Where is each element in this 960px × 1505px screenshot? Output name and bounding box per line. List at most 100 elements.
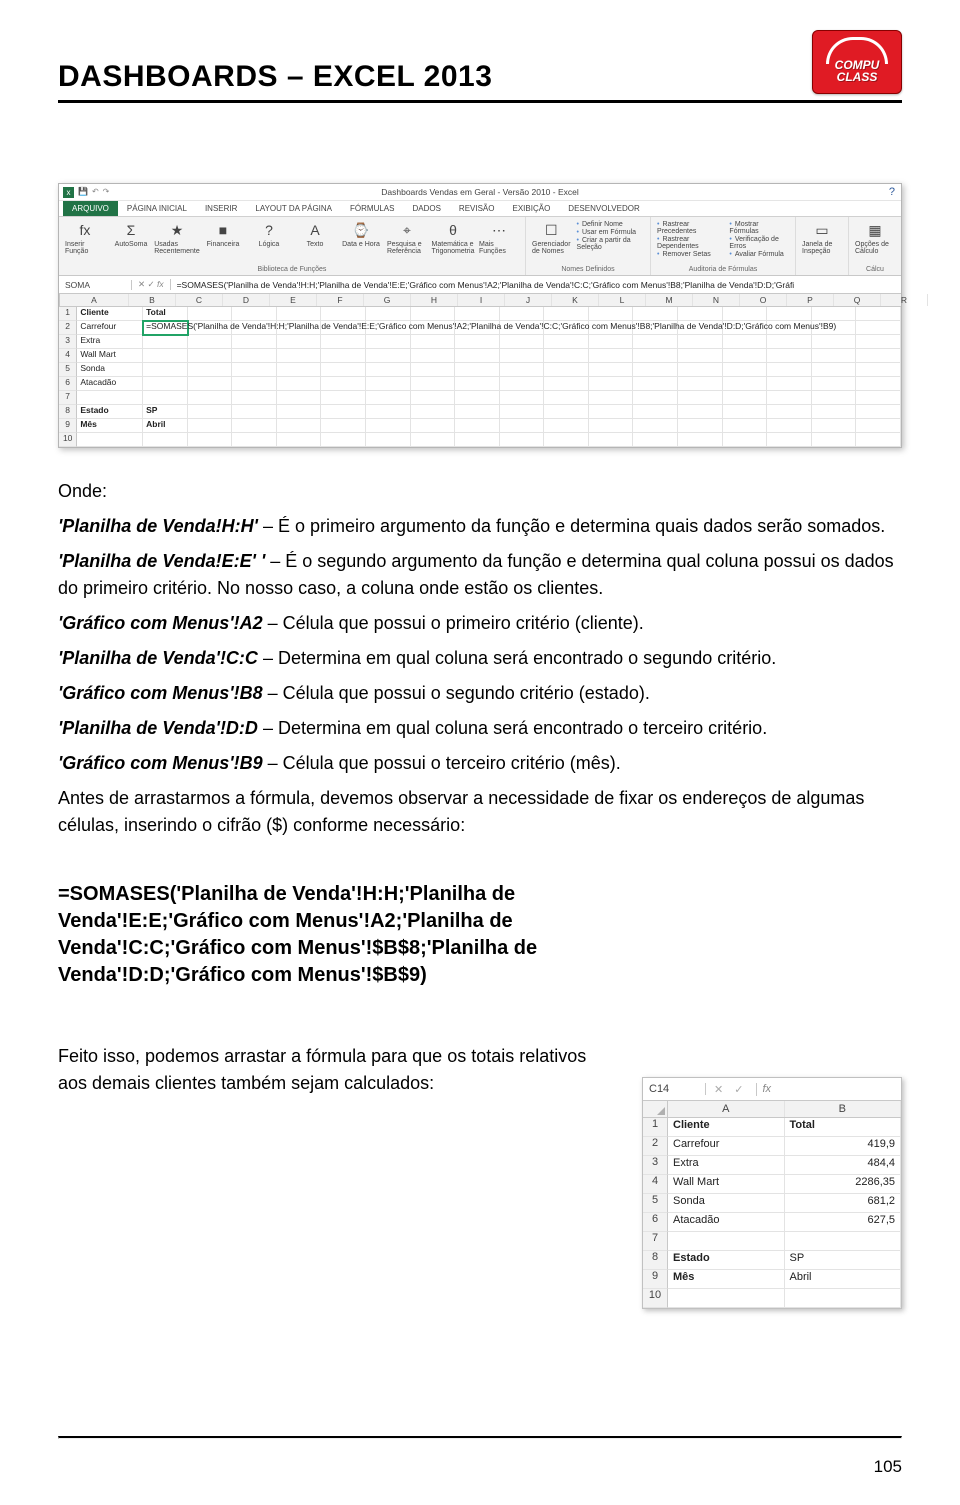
cell xyxy=(856,433,901,447)
ref-3: 'Gráfico com Menus'!A2 xyxy=(58,613,263,633)
cell xyxy=(767,349,812,363)
ribbon-list-item: Mostrar Fórmulas xyxy=(729,221,789,235)
column-headers: ABCDEFGHIJKLMNOPQR xyxy=(59,294,901,307)
txt-6: – Determina em qual coluna será encontra… xyxy=(258,718,767,738)
table-row: 5Sonda681,2 xyxy=(643,1194,901,1213)
cell xyxy=(411,405,456,419)
cell xyxy=(500,391,545,405)
table-row: 8EstadoSP xyxy=(59,405,901,419)
cell xyxy=(500,377,545,391)
cell xyxy=(723,363,768,377)
compuclass-logo: COMPU CLASS xyxy=(812,30,902,94)
ref-6: 'Planilha de Venda'!D:D xyxy=(58,718,258,738)
row-header: 7 xyxy=(59,391,77,405)
cell xyxy=(678,433,723,447)
cell: Mês xyxy=(668,1270,785,1289)
cell xyxy=(500,433,545,447)
redo-icon: ↷ xyxy=(103,187,110,198)
cell xyxy=(411,433,456,447)
cell xyxy=(633,405,678,419)
ribbon-tabs: ARQUIVO PÁGINA INICIAL INSERIR LAYOUT DA… xyxy=(59,201,901,217)
cell xyxy=(321,377,366,391)
cell xyxy=(767,391,812,405)
tab-pagina-inicial: PÁGINA INICIAL xyxy=(118,201,196,216)
cell xyxy=(589,363,634,377)
table-row: 10 xyxy=(59,433,901,447)
cell xyxy=(633,433,678,447)
name-box-small: C14 xyxy=(643,1083,706,1095)
ribbon-button: ?Lógica xyxy=(249,221,289,248)
table-row: 7 xyxy=(643,1232,901,1251)
column-header: M xyxy=(646,294,693,306)
ribbon-group-caption: Auditoria de Fórmulas xyxy=(689,266,757,273)
cell xyxy=(633,419,678,433)
ribbon-button: ⌖Pesquisa e Referência xyxy=(387,221,427,255)
cell xyxy=(723,335,768,349)
row-header: 4 xyxy=(59,349,77,363)
tab-desenvolvedor: DESENVOLVEDOR xyxy=(559,201,648,216)
cell: =SOMASES('Planilha de Venda'!H:H;'Planil… xyxy=(143,321,188,335)
cell xyxy=(455,307,500,321)
cell: Atacadão xyxy=(77,377,143,391)
column-header: R xyxy=(881,294,928,306)
cell xyxy=(277,307,322,321)
cell xyxy=(856,349,901,363)
ribbon-button: ΣAutoSoma xyxy=(111,221,151,248)
cell xyxy=(321,363,366,377)
ribbon-list-item: Avaliar Fórmula xyxy=(729,251,789,258)
cell xyxy=(143,363,188,377)
formula-bar-formula: =SOMASES('Planilha de Venda'!H:H;'Planil… xyxy=(171,280,901,290)
table-row: 1ClienteTotal xyxy=(643,1118,901,1137)
cell xyxy=(77,391,143,405)
cell: Sonda xyxy=(77,363,143,377)
cell: Carrefour xyxy=(77,321,143,335)
cell xyxy=(232,377,277,391)
cell xyxy=(366,405,411,419)
name-box: SOMA xyxy=(59,280,132,290)
cell xyxy=(188,377,233,391)
ribbon-list-item: Criar a partir da Seleção xyxy=(577,237,645,251)
cell xyxy=(723,307,768,321)
formula-block: =SOMASES('Planilha de Venda'!H:H;'Planil… xyxy=(58,881,613,989)
cell xyxy=(321,349,366,363)
cell xyxy=(544,377,589,391)
cell xyxy=(411,349,456,363)
cell xyxy=(723,349,768,363)
calc-options-icon: ▦ Opções de Cálculo xyxy=(855,221,895,255)
row-header: 4 xyxy=(643,1175,668,1194)
col-b-header: B xyxy=(785,1101,902,1117)
ribbon-list-item: Verificação de Erros xyxy=(729,236,789,250)
paragraph-arrastar: Feito isso, podemos arrastar a fórmula p… xyxy=(58,1043,613,1097)
cell xyxy=(321,419,366,433)
cell xyxy=(455,419,500,433)
cell xyxy=(856,419,901,433)
cell xyxy=(366,363,411,377)
table-row: 8EstadoSP xyxy=(643,1251,901,1270)
cell xyxy=(321,307,366,321)
cell xyxy=(812,307,857,321)
paragraph-fixar: Antes de arrastarmos a fórmula, devemos … xyxy=(58,785,902,839)
cell xyxy=(668,1289,785,1308)
row-header: 1 xyxy=(643,1118,668,1137)
cell xyxy=(812,419,857,433)
cell xyxy=(767,307,812,321)
row-header: 8 xyxy=(59,405,77,419)
table-row: 6Atacadão xyxy=(59,377,901,391)
cell xyxy=(812,335,857,349)
cell xyxy=(856,321,901,335)
cell xyxy=(678,307,723,321)
ref-4: 'Planilha de Venda'!C:C xyxy=(58,648,258,668)
tab-exibicao: EXIBIÇÃO xyxy=(504,201,560,216)
ref-1: 'Planilha de Venda!H:H' xyxy=(58,516,258,536)
cell xyxy=(232,349,277,363)
cell xyxy=(455,433,500,447)
cell xyxy=(856,377,901,391)
cell xyxy=(455,377,500,391)
cell xyxy=(143,377,188,391)
page-title: DASHBOARDS – EXCEL 2013 xyxy=(58,60,492,94)
cell xyxy=(500,335,545,349)
tab-inserir: INSERIR xyxy=(196,201,246,216)
cell xyxy=(678,405,723,419)
cell xyxy=(678,363,723,377)
cell xyxy=(633,307,678,321)
